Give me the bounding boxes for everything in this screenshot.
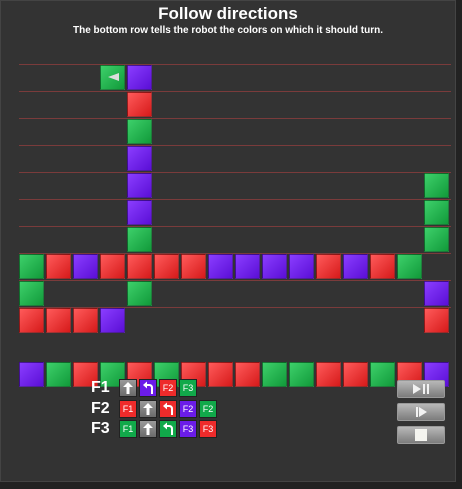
purple-tile (127, 146, 152, 171)
green-tile (262, 362, 287, 387)
green-tile (397, 254, 422, 279)
program-slot[interactable] (159, 420, 177, 438)
red-tile (424, 308, 449, 333)
red-tile (127, 254, 152, 279)
red-tile (127, 92, 152, 117)
grid-line (19, 118, 451, 119)
program-label: F3 (91, 420, 110, 437)
program-slot[interactable]: F3 (179, 420, 197, 438)
grid-line (19, 145, 451, 146)
purple-tile (208, 254, 233, 279)
green-tile (127, 227, 152, 252)
program-slot[interactable]: F1 (119, 400, 137, 418)
green-tile (19, 254, 44, 279)
green-tile (424, 173, 449, 198)
red-tile (73, 308, 98, 333)
purple-tile (343, 254, 368, 279)
green-tile (424, 227, 449, 252)
arrow-up-icon (123, 382, 133, 394)
red-tile (181, 254, 206, 279)
step-button[interactable] (397, 403, 445, 421)
turn-left-icon (163, 422, 173, 435)
red-tile (46, 254, 71, 279)
program-label: F2 (91, 400, 110, 417)
stop-button[interactable] (397, 426, 445, 444)
purple-tile (127, 173, 152, 198)
red-tile (154, 254, 179, 279)
turn-left-icon (143, 381, 153, 394)
program-slot[interactable]: F2 (159, 379, 177, 397)
purple-tile (262, 254, 287, 279)
red-tile (343, 362, 368, 387)
purple-tile (73, 254, 98, 279)
purple-tile (127, 65, 152, 90)
red-tile (100, 254, 125, 279)
grid-line (19, 64, 451, 65)
program-slot[interactable] (139, 379, 157, 397)
red-tile (19, 308, 44, 333)
grid-line (19, 172, 451, 173)
program-slot[interactable] (119, 379, 137, 397)
program-slot[interactable]: F3 (179, 379, 197, 397)
red-tile (370, 254, 395, 279)
play-pause-icon (413, 384, 429, 394)
arrow-up-icon (143, 403, 153, 415)
grid-line (19, 91, 451, 92)
play-pause-button[interactable] (397, 380, 445, 398)
program-slot[interactable]: F3 (199, 420, 217, 438)
step-icon (416, 407, 427, 417)
purple-tile (424, 281, 449, 306)
program-label: F1 (91, 379, 110, 396)
program-slot[interactable]: F2 (179, 400, 197, 418)
purple-tile (127, 200, 152, 225)
green-tile (289, 362, 314, 387)
purple-tile (235, 254, 260, 279)
grid-line (19, 199, 451, 200)
robot-icon (108, 73, 119, 81)
purple-tile (289, 254, 314, 279)
program-slot[interactable]: F2 (199, 400, 217, 418)
program-slot[interactable]: F1 (119, 420, 137, 438)
game-board (1, 1, 462, 387)
purple-tile (19, 362, 44, 387)
program-slot[interactable] (139, 400, 157, 418)
red-tile (316, 362, 341, 387)
green-tile (370, 362, 395, 387)
green-tile (19, 281, 44, 306)
stop-icon (415, 429, 427, 441)
green-tile (46, 362, 71, 387)
grid-line (19, 226, 451, 227)
program-slot[interactable] (159, 400, 177, 418)
purple-tile (100, 308, 125, 333)
green-tile (424, 200, 449, 225)
game-window: Follow directions The bottom row tells t… (0, 0, 456, 482)
grid-line (19, 280, 451, 281)
red-tile (235, 362, 260, 387)
red-tile (208, 362, 233, 387)
turn-left-icon (163, 402, 173, 415)
red-tile (316, 254, 341, 279)
green-tile (127, 281, 152, 306)
red-tile (46, 308, 71, 333)
program-slot[interactable] (139, 420, 157, 438)
green-tile (127, 119, 152, 144)
arrow-up-icon (143, 423, 153, 435)
